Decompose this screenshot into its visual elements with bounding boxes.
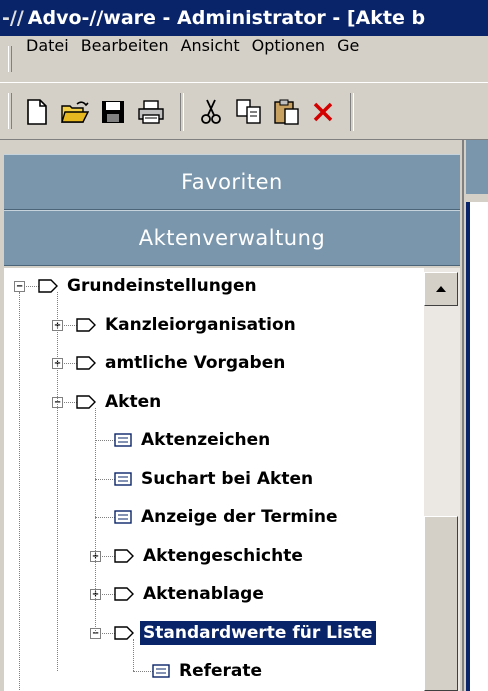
toolbar bbox=[0, 82, 488, 140]
open-folder-icon[interactable] bbox=[60, 97, 90, 127]
tree-node[interactable]: Kanzleiorganisation bbox=[76, 309, 299, 341]
tree-node-label: Suchart bei Akten bbox=[141, 468, 314, 489]
tree-node-label: Anzeige der Termine bbox=[141, 507, 338, 527]
save-icon[interactable] bbox=[98, 97, 128, 127]
tree-node-label: Aktenablage bbox=[143, 584, 264, 604]
tree-guide bbox=[57, 292, 58, 671]
form-node-icon bbox=[114, 433, 132, 447]
menu-grip[interactable] bbox=[8, 46, 12, 72]
tree-guide bbox=[19, 292, 20, 691]
folder-node-icon bbox=[38, 279, 58, 293]
collapse-icon[interactable]: − bbox=[14, 281, 25, 292]
tree-node[interactable]: Aktenablage bbox=[114, 578, 267, 610]
tree-node-label: Standardwerte für Liste bbox=[140, 620, 376, 645]
copy-icon[interactable] bbox=[234, 97, 264, 127]
content-pane-header bbox=[466, 140, 488, 194]
menu-item-ansicht[interactable]: Ansicht bbox=[181, 36, 240, 55]
tree-view: − Grundeinstellungen + Kanzleiorganisation +… bbox=[4, 268, 460, 691]
tree-node-label: Referate bbox=[179, 661, 263, 681]
menu-item-ge[interactable]: Ge bbox=[337, 36, 359, 55]
content-area[interactable] bbox=[466, 202, 488, 691]
tree-node-label: Akten bbox=[105, 391, 162, 412]
tree-node[interactable]: Grundeinstellungen bbox=[38, 270, 260, 302]
folder-node-icon bbox=[76, 317, 96, 332]
tree-node[interactable]: Akten bbox=[76, 386, 164, 418]
tree-node-label: Aktengeschichte bbox=[143, 545, 303, 566]
content-pane bbox=[462, 140, 488, 691]
tree-node[interactable]: Referate bbox=[152, 655, 265, 687]
tree-node-label: Aktenzeichen bbox=[141, 430, 271, 450]
window-title: Advo-//ware - Administrator - [Akte b bbox=[27, 7, 426, 29]
window-title-bar: -//Advo-//ware - Administrator - [Akte b bbox=[0, 0, 488, 36]
tree-node[interactable]: Aktenzeichen bbox=[114, 424, 273, 456]
paste-icon[interactable] bbox=[272, 97, 302, 127]
form-node-icon bbox=[152, 664, 170, 678]
folder-node-icon bbox=[114, 587, 134, 601]
tree-node[interactable]: Anzeige der Termine bbox=[114, 501, 341, 533]
favorites-panel-header[interactable]: Favoriten bbox=[4, 154, 460, 210]
tree-guide bbox=[95, 407, 96, 633]
folder-node-icon bbox=[76, 394, 96, 409]
cut-icon[interactable] bbox=[196, 97, 226, 127]
menu-item-optionen[interactable]: Optionen bbox=[252, 36, 325, 55]
tree-node[interactable]: Suchart bei Akten bbox=[114, 463, 316, 495]
navigator-pane: Favoriten Aktenverwaltung − Grundeinstell… bbox=[0, 140, 462, 691]
new-document-icon[interactable] bbox=[22, 97, 52, 127]
toolbar-separator bbox=[180, 93, 184, 131]
scroll-up-arrow-icon bbox=[436, 286, 446, 292]
delete-icon[interactable] bbox=[308, 97, 338, 127]
tree-node[interactable]: Aktengeschichte bbox=[114, 540, 306, 572]
vertical-scrollbar[interactable] bbox=[424, 268, 460, 691]
tree-node-label: Grundeinstellungen bbox=[67, 276, 257, 296]
tree-node[interactable]: amtliche Vorgaben bbox=[76, 347, 288, 379]
tree-node-label: Kanzleiorganisation bbox=[105, 314, 296, 335]
files-panel-header[interactable]: Aktenverwaltung bbox=[4, 210, 460, 266]
folder-node-icon bbox=[114, 548, 134, 563]
menu-bar: Datei Bearbeiten Ansicht Optionen Ge bbox=[0, 36, 488, 82]
menu-item-datei[interactable]: Datei bbox=[26, 36, 69, 55]
toolbar-grip[interactable] bbox=[8, 93, 12, 129]
scroll-up-button[interactable] bbox=[424, 272, 458, 306]
form-node-icon bbox=[114, 510, 132, 524]
tree-node[interactable]: Standardwerte für Liste bbox=[114, 617, 376, 649]
tree-guide bbox=[133, 638, 134, 671]
folder-node-icon bbox=[76, 356, 96, 370]
scroll-thumb[interactable] bbox=[424, 516, 458, 691]
menu-item-bearbeiten[interactable]: Bearbeiten bbox=[81, 36, 169, 55]
toolbar-separator bbox=[350, 93, 354, 131]
folder-node-icon bbox=[114, 625, 134, 640]
tree-node-label: amtliche Vorgaben bbox=[105, 353, 286, 373]
print-icon[interactable] bbox=[136, 97, 166, 127]
form-node-icon bbox=[114, 471, 132, 486]
app-logo: -// bbox=[2, 7, 24, 29]
